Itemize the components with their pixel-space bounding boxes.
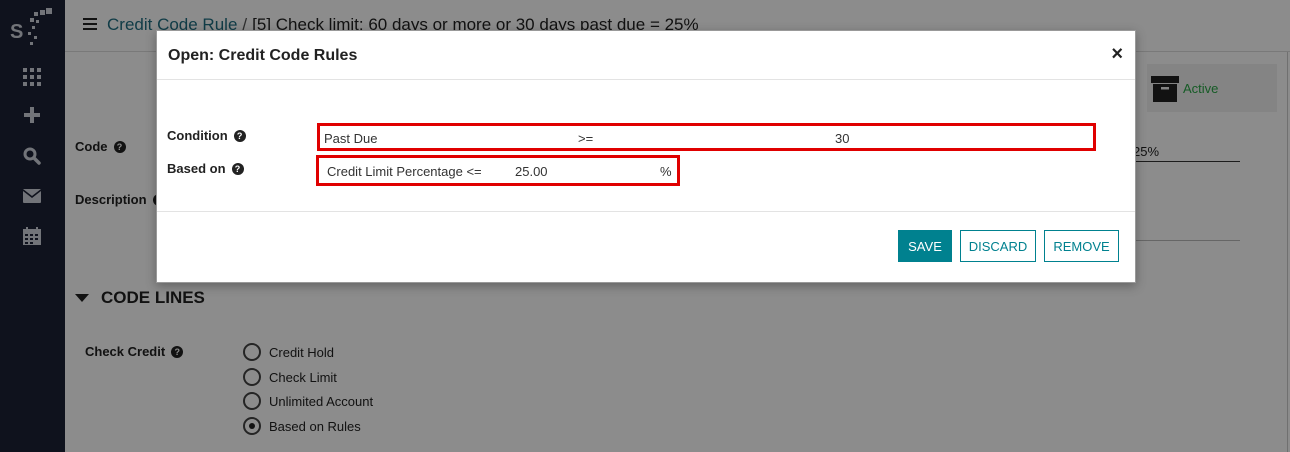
modal-footer: SAVE DISCARD REMOVE [157, 211, 1135, 284]
modal-title: Open: Credit Code Rules [168, 47, 358, 64]
modal-header: Open: Credit Code Rules × [157, 31, 1135, 80]
help-icon[interactable]: ? [233, 129, 246, 142]
discard-button[interactable]: DISCARD [960, 230, 1036, 262]
percent-unit: % [660, 164, 672, 179]
condition-field-select[interactable]: Past Due [324, 131, 377, 146]
condition-label: Condition ? [167, 128, 246, 143]
condition-field-group: Past Due >= 30 [317, 123, 1096, 151]
condition-value-input[interactable]: 30 [835, 131, 849, 146]
save-button[interactable]: SAVE [898, 230, 952, 262]
based-on-label-text: Based on [167, 161, 226, 176]
condition-label-text: Condition [167, 128, 228, 143]
close-icon[interactable]: × [1111, 43, 1123, 65]
based-on-field-group: Credit Limit Percentage <= 25.00 % [316, 155, 680, 186]
remove-button[interactable]: REMOVE [1044, 230, 1119, 262]
condition-operator-select[interactable]: >= [578, 131, 593, 146]
based-on-value-input[interactable]: 25.00 [515, 164, 548, 179]
based-on-label: Based on ? [167, 161, 244, 176]
credit-code-rules-dialog: Open: Credit Code Rules × Condition ? Pa… [156, 30, 1136, 283]
based-on-field-select[interactable]: Credit Limit Percentage <= [327, 164, 482, 179]
help-icon[interactable]: ? [231, 162, 244, 175]
